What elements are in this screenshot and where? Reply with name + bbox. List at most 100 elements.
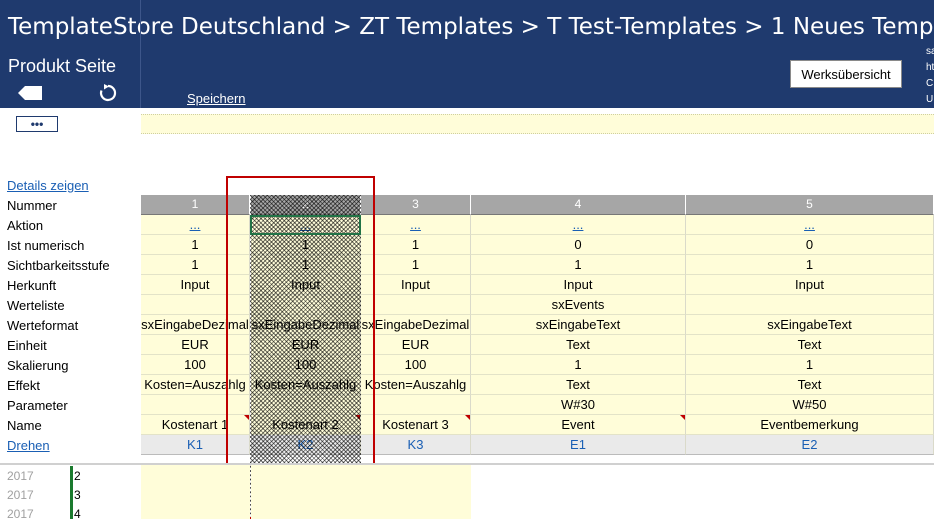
grid-cell-werteformat[interactable]: sxEingabeDezimal (251, 315, 361, 335)
grid-cell-name[interactable]: Kostenart 1 (141, 415, 250, 435)
grid-cell-ist_numerisch[interactable]: 1 (361, 235, 471, 255)
more-options-button[interactable]: ••• (16, 116, 58, 132)
grid-cell-ist_numerisch[interactable]: 0 (471, 235, 686, 255)
row-label-aktion: Aktion (7, 218, 44, 233)
grid-cell-aktion[interactable]: ... (251, 215, 361, 235)
grid-cell-einheit[interactable]: EUR (251, 335, 361, 355)
lower-cell[interactable] (141, 484, 250, 504)
grid-cell-werteliste[interactable]: sxEvents (471, 295, 686, 315)
lower-cell[interactable] (361, 465, 471, 485)
row-group-indicator (70, 466, 73, 519)
drehen-link[interactable]: Drehen (7, 438, 50, 453)
grid-cell-num[interactable]: 1 (141, 195, 250, 215)
row-label-parameter: Parameter (7, 398, 68, 413)
grid-cell-sichtbarkeit[interactable]: 1 (361, 255, 471, 275)
lower-cell[interactable] (251, 484, 361, 504)
lower-cell[interactable] (141, 503, 250, 519)
grid-cell-sichtbarkeit[interactable]: 1 (251, 255, 361, 275)
grid-cell-parameter[interactable]: W#30 (471, 395, 686, 415)
lower-row-number: 2 (74, 469, 81, 483)
lower-cell[interactable] (471, 484, 686, 504)
lower-cell[interactable] (471, 503, 686, 519)
lower-cell[interactable] (251, 503, 361, 519)
grid-cell-skalierung[interactable]: 100 (141, 355, 250, 375)
grid-cell-skalierung[interactable]: 100 (251, 355, 361, 375)
grid-cell-code[interactable]: K3 (361, 435, 471, 455)
save-link[interactable]: Speichern (187, 91, 246, 106)
grid-cell-werteliste[interactable] (686, 295, 934, 315)
grid-cell-name[interactable]: Kostenart 2 (251, 415, 361, 435)
grid-cell-name[interactable]: Event (471, 415, 686, 435)
grid-cell-herkunft[interactable]: Input (686, 275, 934, 295)
grid-cell-aktion[interactable]: ... (141, 215, 250, 235)
grid-cell-parameter[interactable]: W#50 (686, 395, 934, 415)
grid-cell-parameter[interactable] (141, 395, 250, 415)
grid-cell-num[interactable]: 4 (471, 195, 686, 215)
grid-cell-einheit[interactable]: EUR (141, 335, 250, 355)
grid-cell-einheit[interactable]: Text (471, 335, 686, 355)
lower-row-year: 2017 (7, 469, 34, 483)
grid-cell-skalierung[interactable]: 100 (361, 355, 471, 375)
grid-cell-code[interactable]: E2 (686, 435, 934, 455)
grid-cell-skalierung[interactable]: 1 (471, 355, 686, 375)
grid-cell-skalierung[interactable]: 1 (686, 355, 934, 375)
grid-cell-werteformat[interactable]: sxEingabeText (471, 315, 686, 335)
header-divider (140, 0, 141, 108)
grid-cell-einheit[interactable]: EUR (361, 335, 471, 355)
lower-cell[interactable] (686, 465, 934, 485)
grid-cell-ist_numerisch[interactable]: 1 (251, 235, 361, 255)
grid-cell-num[interactable]: 5 (686, 195, 934, 215)
grid-cell-werteliste[interactable] (141, 295, 250, 315)
grid-cell-num[interactable]: 2 (251, 195, 361, 215)
refresh-icon[interactable] (99, 84, 117, 102)
grid-cell-werteformat[interactable]: sxEingabeDezimal (141, 315, 250, 335)
grid-cell-aktion[interactable]: ... (361, 215, 471, 235)
back-arrow-icon[interactable] (18, 86, 42, 100)
row-label-werteformat: Werteformat (7, 318, 79, 333)
grid-cell-sichtbarkeit[interactable]: 1 (141, 255, 250, 275)
grid-cell-werteformat[interactable]: sxEingabeText (686, 315, 934, 335)
row-label-werteliste: Werteliste (7, 298, 65, 313)
grid-cell-sichtbarkeit[interactable]: 1 (686, 255, 934, 275)
grid-cell-effekt[interactable]: Kosten=Auszahlg (141, 375, 250, 395)
lower-cell[interactable] (141, 465, 250, 485)
grid-cell-herkunft[interactable]: Input (141, 275, 250, 295)
grid-cell-werteliste[interactable] (361, 295, 471, 315)
grid-cell-werteliste[interactable] (251, 295, 361, 315)
details-zeigen-link[interactable]: Details zeigen (7, 178, 89, 193)
grid-cell-effekt[interactable]: Kosten=Auszahlg (251, 375, 361, 395)
lower-cell[interactable] (686, 503, 934, 519)
grid-cell-ist_numerisch[interactable]: 1 (141, 235, 250, 255)
lower-cell[interactable] (471, 465, 686, 485)
row-label-ist-numerisch: Ist numerisch (7, 238, 85, 253)
grid-cell-einheit[interactable]: Text (686, 335, 934, 355)
grid-cell-effekt[interactable]: Text (471, 375, 686, 395)
lower-cell[interactable] (251, 465, 361, 485)
row-label-einheit: Einheit (7, 338, 47, 353)
grid-cell-herkunft[interactable]: Input (361, 275, 471, 295)
grid-cell-parameter[interactable] (251, 395, 361, 415)
grid-cell-ist_numerisch[interactable]: 0 (686, 235, 934, 255)
grid-cell-num[interactable]: 3 (361, 195, 471, 215)
grid-cell-aktion[interactable]: ... (686, 215, 934, 235)
lower-row-number: 3 (74, 488, 81, 502)
grid-cell-code[interactable]: E1 (471, 435, 686, 455)
grid-cell-parameter[interactable] (361, 395, 471, 415)
grid-cell-herkunft[interactable]: Input (471, 275, 686, 295)
grid-cell-aktion[interactable]: ... (471, 215, 686, 235)
input-strip[interactable] (141, 114, 934, 134)
grid-cell-werteformat[interactable]: sxEingabeDezimal (361, 315, 471, 335)
lower-cell[interactable] (361, 484, 471, 504)
grid-cell-effekt[interactable]: Text (686, 375, 934, 395)
grid-cell-code[interactable]: K2 (251, 435, 361, 455)
lower-data-cells (141, 465, 934, 519)
grid-cell-effekt[interactable]: Kosten=Auszahlg (361, 375, 471, 395)
grid-cell-herkunft[interactable]: Input (251, 275, 361, 295)
lower-cell[interactable] (361, 503, 471, 519)
lower-cell[interactable] (686, 484, 934, 504)
grid-cell-sichtbarkeit[interactable]: 1 (471, 255, 686, 275)
grid-cell-name[interactable]: Eventbemerkung (686, 415, 934, 435)
grid-cell-code[interactable]: K1 (141, 435, 250, 455)
werksuebersicht-button[interactable]: Werksübersicht (790, 60, 902, 88)
grid-cell-name[interactable]: Kostenart 3 (361, 415, 471, 435)
